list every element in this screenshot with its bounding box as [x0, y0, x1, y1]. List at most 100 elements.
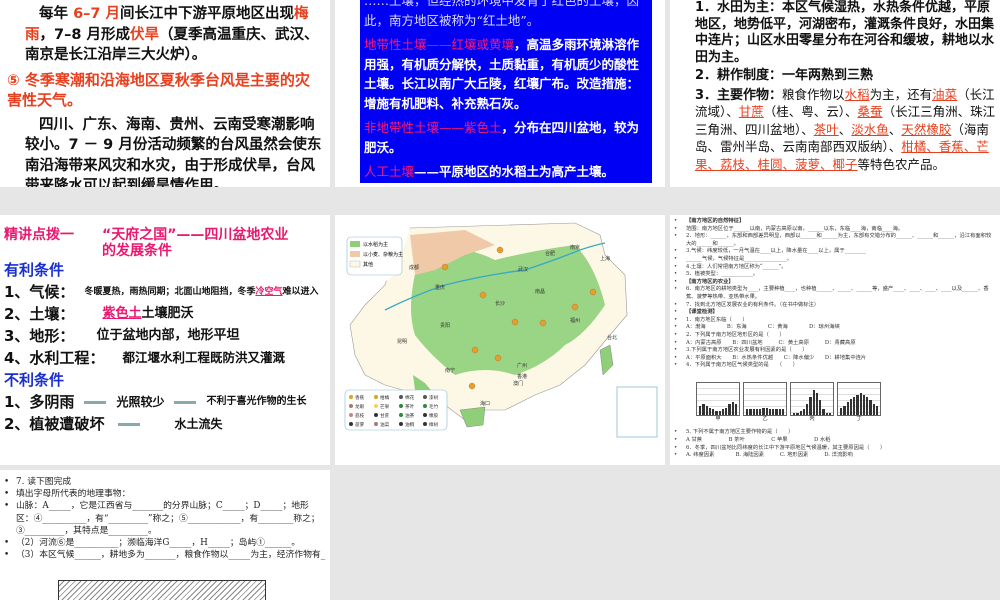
- bullet-icon: •: [674, 233, 678, 240]
- precip-bar: [809, 396, 812, 415]
- line-text: 7. 读下图完成: [16, 477, 72, 487]
- precip-bar: [840, 407, 843, 415]
- hainan-island: [459, 406, 486, 428]
- worksheet-questions-2: • 5. 下列不属于南方地区主要作物的是（ ） • A 甘蔗 B 茶叶 C 苹果 D …: [674, 429, 996, 459]
- precip-bar: [762, 407, 765, 415]
- precip-bar: [862, 395, 865, 415]
- precip-bar: [702, 404, 705, 415]
- precip-bar: [806, 404, 809, 415]
- bullet-icon: •: [674, 286, 678, 293]
- bullet-icon: •: [674, 278, 678, 285]
- unfavorable-row: 2、植被遭破坏 水土流失: [4, 415, 223, 433]
- arrow-icon: [118, 422, 141, 426]
- precip-bar: [843, 405, 846, 415]
- precip-bar: [819, 400, 822, 415]
- chart-label: 丁: [856, 415, 862, 422]
- empty-slot: [335, 470, 665, 600]
- favorable-row: 3、地形： 位于盆地内部，地形平坦: [4, 327, 240, 345]
- line-text: 3.下列属于南方地区农业发展有利因素的是（ ）: [686, 347, 808, 354]
- bullet-icon: •: [674, 444, 678, 451]
- bullet-icon: •: [674, 271, 678, 278]
- precip-bar: [875, 405, 878, 415]
- svg-text:以小麦、杂粮为主: 以小麦、杂粮为主: [363, 251, 403, 258]
- svg-text:以水稻为主: 以水稻为主: [363, 241, 388, 248]
- svg-text:贵阳: 贵阳: [440, 322, 450, 329]
- south-sea-inset: [616, 386, 658, 438]
- slide-thumbnail-2[interactable]: ……土壤，但经热的环境中发育了红色的土壤，因此，南方地区被称为“红土地”。 地带…: [335, 0, 665, 187]
- precip-bar: [856, 395, 859, 415]
- climate-chart: 甲: [696, 381, 740, 424]
- bullet-icon: •: [674, 429, 678, 436]
- slide-thumbnail-6[interactable]: • 【南方地区的自然特征】 • 范围：南方地区位于______以南，内蒙古高原以南，_…: [670, 215, 1000, 465]
- soil-artificial: 人工土壤——平原地区的水稻土为高产土壤。: [364, 164, 615, 179]
- slide-thumbnail-5[interactable]: 以水稻为主 以小麦、杂粮为主 其他 成都 重庆 武汉 合肥 南京 上海 长沙 南…: [335, 215, 665, 465]
- bullet-icon: •: [674, 437, 678, 444]
- worksheet-line: • A：内蒙古高原 B：四川盆地 C：黄土高原 D：青藏高原: [674, 340, 996, 348]
- precip-bar: [781, 409, 784, 415]
- worksheet-line: • 【课堂检测】: [674, 309, 996, 317]
- svg-text:南宁: 南宁: [445, 367, 455, 374]
- precip-bar: [796, 413, 799, 415]
- soil-intro: ……土壤，但经热的环境中发育了红色的土壤，因此，南方地区被称为“红土地”。: [364, 0, 640, 28]
- slide1-paragraph-1: 每年 6–7 月间长江中下游平原地区出现梅雨，7–8 月形成伏旱（夏季高温重庆、…: [25, 6, 319, 63]
- line-text: A：内蒙古高原 B：四川盆地 C：黄土高原 D：青藏高原: [686, 339, 856, 346]
- line-text: 3.气候：纬度较低，一月气温在____以上，降水量在____以上，属于_____…: [686, 248, 866, 255]
- worksheet-line: • 3.气候：纬度较低，一月气温在____以上，降水量在____以上，属于____…: [674, 248, 996, 256]
- svg-text:甘蔗: 甘蔗: [380, 412, 390, 419]
- precip-bar: [699, 405, 702, 415]
- svg-text:荔枝: 荔枝: [355, 412, 365, 419]
- slide-thumbnail-3[interactable]: 1．水田为主：本区气候湿热，水热条件优越，平原地区，地势低平，河湖密布，灌溉条件…: [670, 0, 1000, 187]
- svg-text:芒果: 芒果: [380, 403, 390, 410]
- precip-bar: [825, 413, 828, 415]
- precip-bar: [731, 402, 734, 415]
- bullet-icon: •: [4, 477, 10, 487]
- precip-bar: [846, 402, 849, 415]
- svg-text:橡胶: 橡胶: [429, 412, 439, 419]
- slide1-paragraph-3: 四川、广东、海南、贵州、云南受寒潮影响较小。7 － 9 月份活动频繁的台风虽然会…: [25, 116, 322, 188]
- worksheet-line: • 山脉：A_____，它是江西省与_______的分界山脉；C_____；D__…: [4, 500, 326, 537]
- bullet-icon: •: [674, 225, 678, 232]
- line-text: 【南方地区的自然特征】: [686, 218, 745, 224]
- svg-text:油茶: 油茶: [405, 412, 415, 419]
- bullet-icon: •: [674, 301, 678, 308]
- precip-bar: [778, 409, 781, 415]
- precip-bar: [755, 409, 758, 415]
- worksheet-line: • （3）本区气候______，耕地多为_______，粮食作物以_____为主，…: [4, 549, 326, 561]
- line-text: （3）本区气候______，耕地多为_______，粮食作物以_____为主，经…: [16, 550, 326, 561]
- map-reading-questions: • 7. 读下图完成 • 填出字母所代表的地理事物： • 山脉：A_____，它是江西省与…: [4, 476, 326, 561]
- bullet-icon: •: [4, 538, 10, 549]
- line-text: A：渤海 B：东海 C：黄海 D：琼州海峡: [686, 324, 840, 331]
- worksheet-line: • 填出字母所代表的地理事物：: [4, 488, 326, 500]
- worksheet-line: • A 甘蔗 B 茶叶 C 苹果 D 水稻: [674, 437, 996, 445]
- slide-thumbnail-1[interactable]: 每年 6–7 月间长江中下游平原地区出现梅雨，7–8 月形成伏旱（夏季高温重庆、…: [0, 0, 330, 187]
- slide-thumbnail-7[interactable]: • 7. 读下图完成 • 填出字母所代表的地理事物： • 山脉：A_____，它是江西省与…: [0, 470, 330, 600]
- svg-text:重庆: 重庆: [435, 284, 445, 291]
- soil-text-box: ……土壤，但经热的环境中发育了红色的土壤，因此，南方地区被称为“红土地”。 地带…: [360, 0, 652, 183]
- svg-text:武汉: 武汉: [518, 266, 528, 273]
- worksheet-line: • 3.下列属于南方地区农业发展有利因素的是（ ）: [674, 347, 996, 355]
- slide-thumbnail-4[interactable]: 精讲点拨一 “天府之国”——四川盆地农业的发展条件 有利条件 1、气候： 冬暖夏热，…: [0, 215, 330, 465]
- precip-bar: [849, 398, 852, 415]
- precip-bar: [822, 409, 825, 415]
- soil-zonal: 地带性土壤——红壤或黄壤，高温多雨环境淋溶作用强，有机质分解快，土质黏重，有机质…: [364, 37, 640, 111]
- svg-text:棉花: 棉花: [405, 394, 415, 401]
- arrow-icon: [84, 400, 107, 404]
- precip-bar: [815, 393, 818, 415]
- line-text: （2）河流⑥是__________；濒临海洋G_____，H_____；岛屿①_…: [16, 538, 301, 549]
- precip-bar: [705, 405, 708, 415]
- worksheet-line: • 2．地形：______，东部和西部差异明显，西部以______和______为…: [674, 233, 996, 248]
- climate-chart: 丙: [790, 381, 834, 424]
- soil-azonal: 非地带性土壤——紫色土，分布在四川盆地，较为肥沃。: [364, 120, 640, 155]
- worksheet-line: • A. 纬度因素 B. 海陆因素 C. 地形因素 D. 洋流影响: [674, 452, 996, 460]
- svg-text:菠萝: 菠萝: [355, 421, 365, 428]
- svg-text:茶叶: 茶叶: [405, 403, 415, 410]
- favorable-row: 2、土壤： 紫色土土壤肥沃: [4, 305, 194, 323]
- line-text: 7．找到北方地区发展农业的有利条件。（在书中做标注）: [686, 301, 820, 308]
- bullet-icon: •: [4, 501, 10, 512]
- svg-text:柑橘: 柑橘: [380, 394, 390, 401]
- precip-bar: [866, 396, 869, 415]
- precip-bar: [734, 404, 737, 415]
- agriculture-map: 以水稻为主 以小麦、杂粮为主 其他 成都 重庆 武汉 合肥 南京 上海 长沙 南…: [335, 222, 658, 438]
- svg-text:其他: 其他: [363, 261, 373, 268]
- worksheet-line: • 5. 下列不属于南方地区主要作物的是（ ）: [674, 429, 996, 437]
